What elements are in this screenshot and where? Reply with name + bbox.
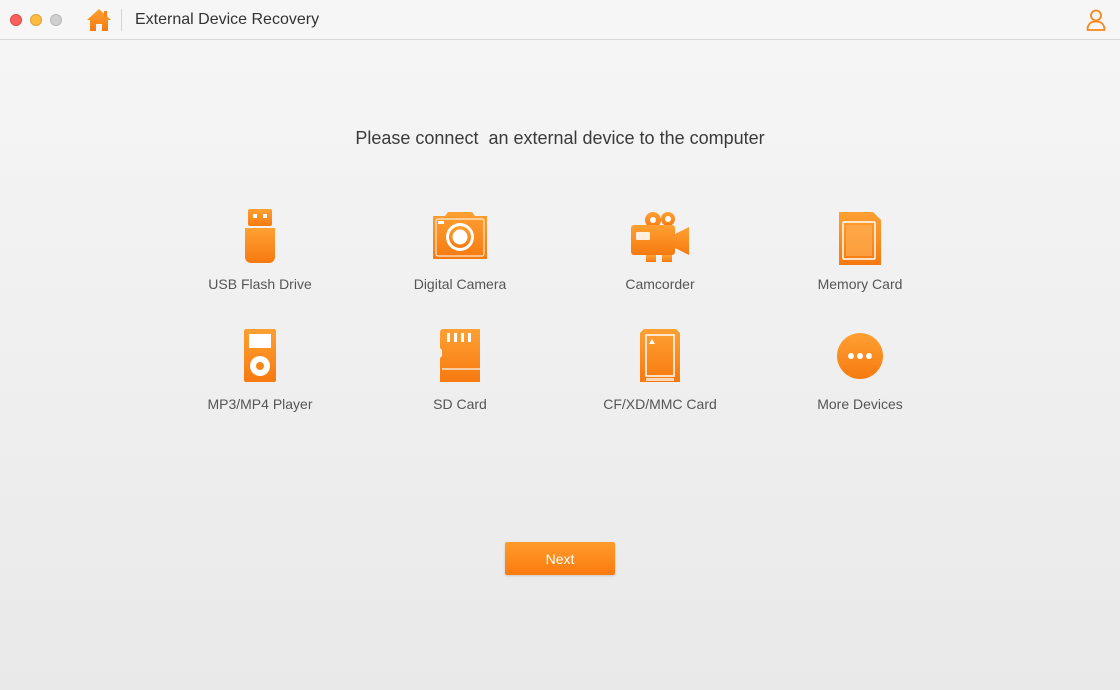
device-label: USB Flash Drive [208, 276, 312, 292]
sd-card-icon [430, 328, 490, 388]
digital-camera-icon [430, 208, 490, 268]
usb-flash-drive-icon [230, 208, 290, 268]
device-label: Memory Card [817, 276, 903, 292]
window-close-button[interactable] [10, 14, 22, 26]
device-label: SD Card [433, 396, 487, 412]
window-minimize-button[interactable] [30, 14, 42, 26]
device-label: Digital Camera [413, 276, 507, 292]
window-maximize-button[interactable] [50, 14, 62, 26]
device-label: MP3/MP4 Player [207, 396, 313, 412]
window-title: External Device Recovery [135, 11, 320, 28]
device-label: Camcorder [625, 276, 695, 292]
device-cf-xd-mmc-card[interactable]: CF/XD/MMC Card [570, 328, 750, 428]
device-camcorder[interactable]: Camcorder [570, 208, 750, 308]
device-mp3-mp4-player[interactable]: MP3/MP4 Player [170, 328, 350, 428]
device-label: More Devices [817, 396, 903, 412]
cf-card-icon [630, 328, 690, 388]
title-divider [121, 9, 122, 31]
device-more-devices[interactable]: More Devices [770, 328, 950, 428]
more-devices-icon [830, 328, 890, 388]
device-sd-card[interactable]: SD Card [370, 328, 550, 428]
device-usb-flash-drive[interactable]: USB Flash Drive [170, 208, 350, 308]
device-digital-camera[interactable]: Digital Camera [370, 208, 550, 308]
device-memory-card[interactable]: Memory Card [770, 208, 950, 308]
title-bar: External Device Recovery [0, 0, 1120, 40]
mp3-player-icon [230, 328, 290, 388]
memory-card-icon [830, 208, 890, 268]
next-button[interactable]: Next [505, 542, 615, 575]
device-label: CF/XD/MMC Card [603, 396, 717, 412]
home-icon[interactable] [86, 8, 112, 32]
user-icon[interactable] [1086, 9, 1106, 31]
connect-prompt: Please connect an external device to the… [355, 128, 765, 148]
camcorder-icon [630, 208, 690, 268]
